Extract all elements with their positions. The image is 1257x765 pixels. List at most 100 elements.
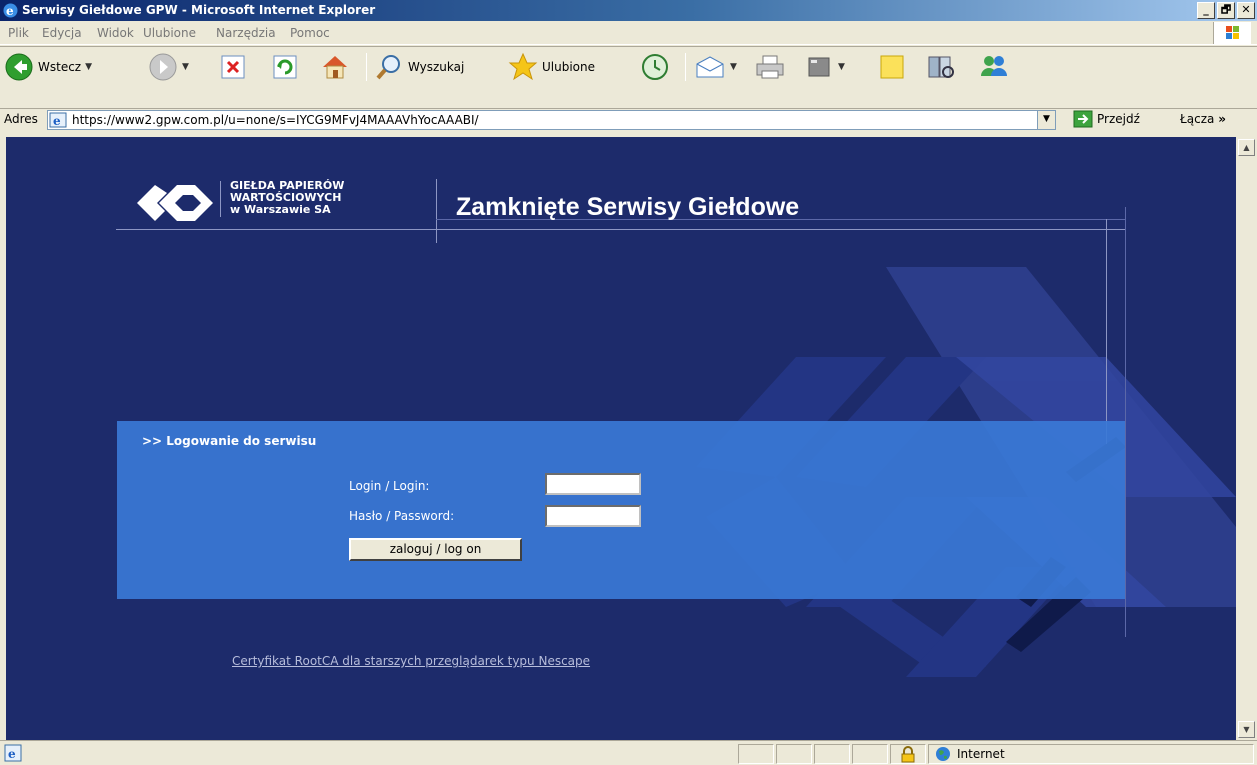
- search-icon: [376, 55, 400, 80]
- home-icon: [323, 56, 347, 79]
- forward-dropdown-icon[interactable]: ▼: [182, 62, 189, 72]
- links-more-icon: »: [1218, 112, 1226, 126]
- window-title: Serwisy Giełdowe GPW - Microsoft Interne…: [22, 3, 376, 17]
- header-rule: [116, 229, 1126, 230]
- menu-edit[interactable]: Edycja: [42, 26, 82, 40]
- edit-button[interactable]: ▼: [806, 51, 845, 83]
- go-arrow-icon: [1073, 110, 1093, 128]
- gpw-logo-icon: [137, 185, 213, 221]
- mail-icon: [696, 56, 724, 78]
- right-rule: [1106, 219, 1107, 444]
- print-button[interactable]: [754, 51, 786, 83]
- favorites-button[interactable]: Ulubione: [508, 51, 595, 83]
- menu-bar: Plik Edycja Widok Ulubione Narzędzia Pom…: [0, 22, 1257, 45]
- windows-flag-icon: [1226, 26, 1239, 39]
- minimize-button[interactable]: _: [1197, 2, 1215, 19]
- close-button[interactable]: ✕: [1237, 2, 1255, 19]
- menu-tools[interactable]: Narzędzia: [216, 26, 276, 40]
- toolbar-separator: [685, 53, 686, 81]
- menu-view[interactable]: Widok: [97, 26, 134, 40]
- discuss-button[interactable]: [876, 51, 908, 83]
- messenger-button[interactable]: [978, 51, 1010, 83]
- search-button[interactable]: Wyszukaj: [374, 51, 464, 83]
- login-label: Login / Login:: [349, 479, 430, 493]
- address-bar: Adres e https://www2.gpw.com.pl/u=none/s…: [0, 88, 1257, 132]
- history-button[interactable]: [640, 51, 670, 83]
- root-ca-certificate-link[interactable]: Certyfikat RootCA dla starszych przegląd…: [232, 654, 590, 668]
- globe-icon: [936, 747, 950, 761]
- logo-divider: [220, 181, 221, 217]
- mail-button[interactable]: ▼: [694, 51, 737, 83]
- lock-icon: [901, 746, 915, 763]
- note-icon: [880, 55, 904, 79]
- menu-help[interactable]: Pomoc: [290, 26, 330, 40]
- address-input[interactable]: e https://www2.gpw.com.pl/u=none/s=IYCG9…: [47, 110, 1038, 130]
- vertical-scrollbar[interactable]: ▲ ▼: [1236, 137, 1257, 740]
- header-divider: [436, 179, 437, 243]
- history-icon: [642, 54, 668, 80]
- security-cell: [890, 744, 926, 764]
- page-status-icon: e: [4, 744, 22, 762]
- go-button[interactable]: Przejdź: [1073, 110, 1140, 128]
- research-button[interactable]: [926, 51, 958, 83]
- url-text: https://www2.gpw.com.pl/u=none/s=IYCG9MF…: [72, 113, 479, 127]
- printer-icon: [756, 55, 784, 79]
- address-label: Adres: [4, 112, 38, 126]
- status-cell: [776, 744, 812, 764]
- back-button[interactable]: Wstecz ▼: [4, 51, 92, 83]
- forward-arrow-icon: [149, 53, 177, 81]
- right-rule-secondary: [1125, 207, 1126, 637]
- address-dropdown-icon[interactable]: ▼: [1037, 110, 1056, 130]
- back-label: Wstecz: [38, 60, 82, 74]
- password-input[interactable]: [545, 505, 641, 527]
- address-bar-border: [0, 108, 1257, 109]
- search-label: Wyszukaj: [408, 60, 465, 74]
- standard-toolbar: Wstecz ▼ ▼ Wyszukaj Ulubione ▼ ▼: [0, 46, 1257, 87]
- password-label: Hasło / Password:: [349, 509, 455, 523]
- menu-favorites[interactable]: Ulubione: [143, 26, 196, 40]
- login-heading: >> Logowanie do serwisu: [142, 434, 317, 448]
- links-button[interactable]: Łącza »: [1180, 112, 1226, 126]
- svg-text:e: e: [53, 114, 61, 128]
- stop-icon: [221, 55, 245, 79]
- window-title-bar[interactable]: e Serwisy Giełdowe GPW - Microsoft Inter…: [0, 0, 1257, 21]
- links-label: Łącza: [1180, 112, 1215, 126]
- scroll-down-icon[interactable]: ▼: [1238, 721, 1255, 738]
- login-submit-button[interactable]: zaloguj / log on: [349, 538, 522, 561]
- status-cell: [738, 744, 774, 764]
- internet-explorer-icon: e: [3, 3, 18, 18]
- edit-page-icon: [808, 57, 830, 77]
- org-name-line3: w Warszawie SA: [230, 203, 331, 216]
- status-bar: e Internet: [0, 740, 1257, 765]
- scroll-up-icon[interactable]: ▲: [1238, 139, 1255, 156]
- stop-button[interactable]: [220, 51, 246, 83]
- home-button[interactable]: [320, 51, 350, 83]
- page-icon: e: [49, 112, 67, 128]
- go-label: Przejdź: [1097, 112, 1140, 126]
- maximize-button[interactable]: 🗗: [1217, 2, 1235, 19]
- messenger-icon: [981, 56, 1007, 76]
- star-icon: [508, 52, 538, 81]
- favorites-label: Ulubione: [542, 60, 596, 74]
- windows-logo: [1213, 22, 1251, 44]
- page-viewport: GIEŁDA PAPIERÓW WARTOŚCIOWYCH w Warszawi…: [6, 137, 1236, 740]
- research-icon: [928, 56, 954, 78]
- status-cell: [814, 744, 850, 764]
- toolbar-separator: [366, 53, 367, 81]
- refresh-icon: [273, 55, 297, 79]
- edit-dropdown-icon[interactable]: ▼: [838, 62, 845, 72]
- login-panel: >> Logowanie do serwisu Login / Login: H…: [117, 421, 1125, 599]
- back-arrow-icon: [5, 53, 33, 81]
- site-title: Zamknięte Serwisy Giełdowe: [456, 193, 800, 221]
- refresh-button[interactable]: [272, 51, 298, 83]
- organization-name: GIEŁDA PAPIERÓW WARTOŚCIOWYCH w Warszawi…: [230, 180, 344, 216]
- forward-button[interactable]: ▼: [148, 51, 189, 83]
- mail-dropdown-icon[interactable]: ▼: [730, 62, 737, 72]
- svg-text:e: e: [6, 4, 14, 18]
- menu-file[interactable]: Plik: [8, 26, 29, 40]
- security-zone: Internet: [935, 746, 1005, 762]
- back-dropdown-icon[interactable]: ▼: [85, 62, 92, 72]
- svg-text:e: e: [8, 747, 16, 761]
- login-input[interactable]: [545, 473, 641, 495]
- zone-label: Internet: [957, 747, 1005, 761]
